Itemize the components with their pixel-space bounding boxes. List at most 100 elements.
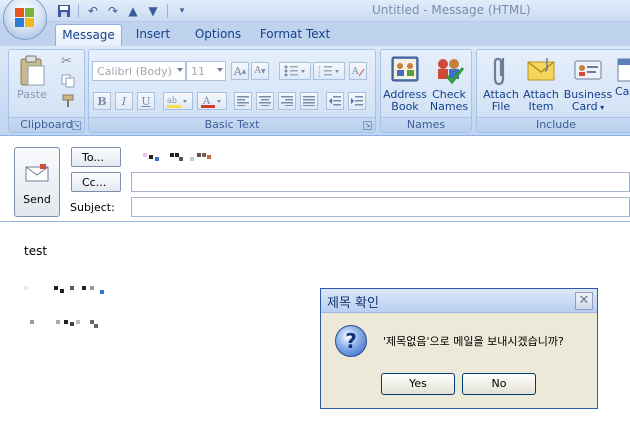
business-card-icon xyxy=(572,54,604,86)
check-names-label-2: Names xyxy=(429,100,469,113)
confirm-subject-dialog: 제목 확인 ✕ ? '제목없음'으로 메일을 보내시겠습니까? Yes No xyxy=(320,288,598,409)
business-card-label-2: Card xyxy=(571,100,598,113)
question-icon: ? xyxy=(335,325,367,357)
to-button[interactable]: To... xyxy=(71,147,121,167)
basic-text-group-label: Basic Text xyxy=(89,117,375,132)
qat-separator xyxy=(78,4,79,18)
cut-icon[interactable]: ✂ xyxy=(61,54,72,69)
cc-button[interactable]: Cc... xyxy=(71,172,121,192)
shrink-font-button[interactable]: A ▼ xyxy=(251,62,269,80)
tab-options[interactable]: Options xyxy=(188,24,248,46)
align-right-icon xyxy=(281,96,293,106)
paste-button[interactable]: Paste xyxy=(12,54,52,101)
check-names-button[interactable]: Check Names xyxy=(427,54,471,113)
increase-indent-button[interactable] xyxy=(348,92,366,110)
names-group: Address Book Check Names Names xyxy=(380,49,472,133)
decrease-indent-icon xyxy=(329,96,341,106)
chevron-down-icon: ▾ xyxy=(597,103,605,112)
chevron-down-icon xyxy=(177,68,183,72)
ribbon: Paste ✂ Clipboard ↘ Calibri (Body) 11 A ▲… xyxy=(0,46,630,136)
cc-input[interactable] xyxy=(131,172,630,192)
font-color-icon: A xyxy=(201,96,221,108)
names-group-label: Names xyxy=(381,117,471,132)
send-label: Send xyxy=(23,193,51,206)
to-recipient-obscured xyxy=(135,151,225,163)
yes-button[interactable]: Yes xyxy=(381,373,455,395)
justify-icon xyxy=(303,96,315,106)
chevron-down-icon xyxy=(217,68,223,72)
body-text: test xyxy=(24,244,48,258)
align-left-icon xyxy=(237,96,249,106)
business-card-button[interactable]: Business Card ▾ xyxy=(563,54,613,114)
calendar-icon xyxy=(615,54,630,86)
align-center-icon xyxy=(259,96,271,106)
highlight-icon: ab xyxy=(167,96,187,108)
bullets-button[interactable] xyxy=(279,62,311,80)
paste-icon xyxy=(16,54,48,86)
undo-icon[interactable]: ↶ xyxy=(85,3,101,19)
svg-text:3: 3 xyxy=(318,73,321,77)
attach-file-button[interactable]: Attach File xyxy=(479,54,523,113)
address-book-icon xyxy=(389,54,421,86)
decrease-indent-button[interactable] xyxy=(326,92,344,110)
italic-button[interactable]: I xyxy=(115,92,133,110)
svg-text:A: A xyxy=(351,67,359,77)
redo-icon[interactable]: ↷ xyxy=(105,3,121,19)
paste-label: Paste xyxy=(17,88,47,101)
include-group: Attach File Attach Item Business Card ▾ … xyxy=(476,49,630,133)
grow-font-button[interactable]: A ▲ xyxy=(231,62,249,80)
dialog-message: '제목없음'으로 메일을 보내시겠습니까? xyxy=(383,335,564,348)
subject-label: Subject: xyxy=(70,201,115,214)
include-group-label: Include xyxy=(477,117,630,132)
font-name-value: Calibri (Body) xyxy=(97,65,172,78)
attach-item-label-2: Item xyxy=(528,100,554,113)
align-right-button[interactable] xyxy=(278,92,296,110)
svg-text:ab: ab xyxy=(167,96,177,105)
copy-icon[interactable] xyxy=(61,74,75,91)
calendar-button[interactable]: Cal xyxy=(615,54,630,98)
bold-button[interactable]: B xyxy=(93,92,111,110)
attach-item-button[interactable]: Attach Item xyxy=(519,54,563,113)
message-header: Send To... Cc... Subject: xyxy=(0,137,630,222)
ribbon-tabs: Message Insert Options Format Text xyxy=(0,22,630,46)
tab-message[interactable]: Message xyxy=(55,24,122,46)
close-icon[interactable]: ✕ xyxy=(575,292,593,310)
calendar-label: Cal xyxy=(615,85,630,98)
attach-file-label-2: File xyxy=(491,100,511,113)
font-color-button[interactable]: A xyxy=(197,92,227,110)
align-left-button[interactable] xyxy=(234,92,252,110)
envelope-icon xyxy=(525,54,557,86)
address-book-button[interactable]: Address Book xyxy=(383,54,427,113)
numbering-button[interactable]: 123 xyxy=(313,62,345,80)
no-button[interactable]: No xyxy=(462,373,536,395)
subject-input[interactable] xyxy=(131,197,630,217)
quick-access-toolbar: ↶ ↷ ▲ ▼ ▾ xyxy=(56,2,190,20)
bullets-icon xyxy=(284,65,305,77)
obscured-signature-line-1 xyxy=(24,284,114,294)
tab-format-text[interactable]: Format Text xyxy=(258,24,332,46)
font-name-combo[interactable]: Calibri (Body) xyxy=(92,61,186,81)
dialog-title-bar[interactable]: 제목 확인 ✕ xyxy=(321,289,597,313)
save-icon[interactable] xyxy=(56,3,72,19)
highlight-button[interactable]: ab xyxy=(163,92,193,110)
qat-separator xyxy=(167,4,168,18)
dialog-title: 제목 확인 xyxy=(327,296,379,311)
basic-text-launcher-icon[interactable]: ↘ xyxy=(363,121,372,130)
clear-formatting-button[interactable]: A xyxy=(349,62,367,80)
clear-formatting-icon: A xyxy=(351,67,365,77)
customize-icon[interactable]: ▾ xyxy=(174,3,190,19)
send-button[interactable]: Send xyxy=(14,147,60,217)
font-size-combo[interactable]: 11 xyxy=(186,61,226,81)
up-arrow-icon[interactable]: ▲ xyxy=(125,3,141,19)
down-arrow-icon[interactable]: ▼ xyxy=(145,3,161,19)
clipboard-launcher-icon[interactable]: ↘ xyxy=(72,121,81,130)
format-painter-icon[interactable] xyxy=(61,94,75,111)
tab-insert[interactable]: Insert xyxy=(128,24,178,46)
window-title: Untitled - Message (HTML) xyxy=(372,3,531,17)
send-envelope-icon xyxy=(25,164,49,182)
align-center-button[interactable] xyxy=(256,92,274,110)
underline-button[interactable]: U xyxy=(137,92,155,110)
obscured-signature-line-2 xyxy=(24,318,114,328)
paperclip-icon xyxy=(485,54,517,86)
justify-button[interactable] xyxy=(300,92,318,110)
